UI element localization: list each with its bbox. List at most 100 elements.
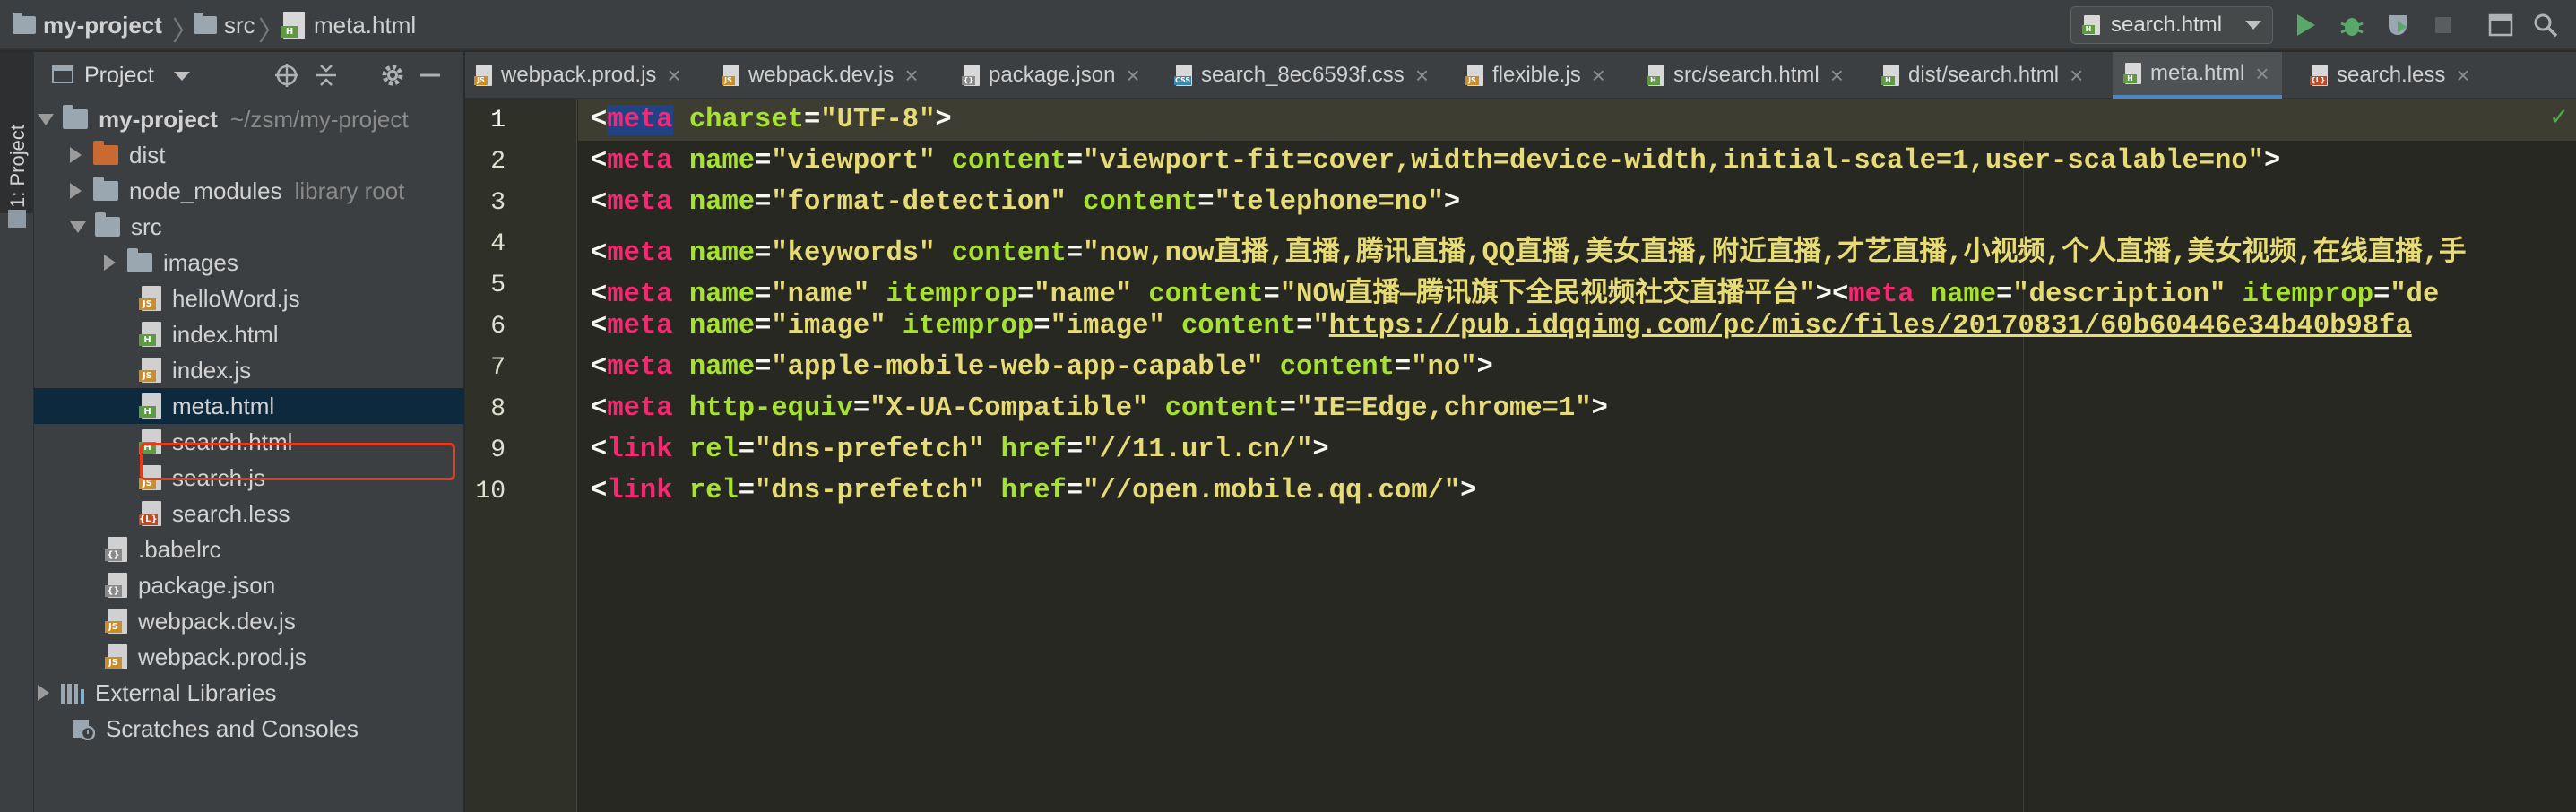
run-configuration-select[interactable]: H search.html (2070, 6, 2273, 44)
chevron-down-icon[interactable] (70, 220, 86, 233)
tab-src-search-html[interactable]: H src/search.html × (1647, 52, 1844, 99)
project-tool-window: Project my-project ~/zsm/my-project dist… (34, 52, 464, 812)
tree-item-index-js[interactable]: JS index.js (34, 352, 464, 388)
tree-item-search-less[interactable]: {L} search.less (34, 496, 464, 531)
tree-item-external-libraries[interactable]: External Libraries (34, 675, 464, 711)
code-token: name (688, 238, 756, 269)
code-token: = (1066, 238, 1084, 269)
chevron-right-icon[interactable] (70, 147, 82, 163)
run-configuration-label: search.html (2111, 13, 2223, 37)
javascript-file-icon: JS (105, 644, 127, 669)
code-line: <meta charset="UTF-8"> (591, 105, 952, 135)
project-tool-window-button[interactable]: 1: Project (0, 52, 34, 213)
tree-item-package-json[interactable]: {} package.json (34, 567, 464, 603)
project-view-selector[interactable]: Project (84, 63, 154, 89)
hide-panel-button[interactable] (416, 61, 445, 90)
tree-item-dist[interactable]: dist (34, 137, 464, 173)
close-icon[interactable]: × (1830, 62, 1844, 90)
tree-item-meta-html[interactable]: H meta.html (34, 388, 464, 424)
crosshair-icon (275, 64, 298, 87)
close-icon[interactable]: × (1592, 62, 1605, 90)
search-icon (2534, 13, 2558, 38)
chevron-right-icon[interactable] (70, 183, 82, 199)
tree-item-images[interactable]: images (34, 245, 464, 281)
close-icon[interactable]: × (2255, 60, 2269, 88)
tab-dist-search-html[interactable]: H dist/search.html × (1881, 52, 2083, 99)
breadcrumb-my-project[interactable]: my-project (13, 0, 162, 50)
tree-item-webpack-prod-js[interactable]: JS webpack.prod.js (34, 639, 464, 675)
tab-meta-html[interactable]: H meta.html × (2113, 52, 2282, 99)
tree-item-node-modules[interactable]: node_modules library root (34, 173, 464, 209)
breadcrumb-src[interactable]: src (194, 0, 255, 50)
tree-item-hellowORD-js[interactable]: JS helloWord.js (34, 281, 464, 316)
close-icon[interactable]: × (904, 62, 918, 90)
inspection-ok-icon[interactable]: ✓ (2549, 103, 2569, 131)
close-icon[interactable]: × (1126, 62, 1139, 90)
folder-icon (13, 13, 36, 34)
code-token: = (738, 476, 756, 506)
tree-item-webpack-dev-js[interactable]: JS webpack.dev.js (34, 603, 464, 639)
close-icon[interactable]: × (2456, 62, 2469, 90)
tab-label: meta.html (2150, 61, 2245, 85)
tab-webpack-prod-js[interactable]: JS webpack.prod.js × (474, 52, 681, 99)
library-icon (61, 682, 84, 704)
code-token: < (591, 187, 608, 218)
run-button[interactable] (2291, 11, 2320, 39)
code-token: content (1083, 187, 1198, 218)
code-token: "no" (1411, 352, 1477, 383)
locate-file-button[interactable] (272, 61, 301, 90)
tree-item-index-html[interactable]: H index.html (34, 316, 464, 352)
tab-webpack-dev-js[interactable]: JS webpack.dev.js × (722, 52, 919, 99)
tree-item-label: webpack.prod.js (138, 643, 307, 670)
tab-search-css[interactable]: CSS search_8ec6593f.css × (1174, 52, 1429, 99)
html-file-icon: H (139, 322, 161, 347)
close-icon[interactable]: × (2070, 62, 2083, 90)
code-token: = (852, 393, 870, 424)
chevron-right-icon[interactable] (104, 255, 116, 271)
close-icon[interactable]: × (667, 62, 680, 90)
less-file-icon: {L} (2310, 65, 2328, 86)
stop-button[interactable] (2429, 11, 2458, 39)
tab-flexible-js[interactable]: JS flexible.js × (1465, 52, 1605, 99)
code-token: = (738, 435, 756, 465)
code-token: content (1148, 280, 1264, 310)
javascript-file-icon: JS (105, 609, 127, 634)
run-with-coverage-button[interactable] (2384, 11, 2413, 39)
tree-item-babelrc[interactable]: {} .babelrc (34, 531, 464, 567)
chevron-right-icon[interactable] (38, 685, 49, 701)
code-token: "IE=Edge,chrome=1" (1296, 393, 1592, 424)
code-token: = (1263, 280, 1280, 310)
chevron-down-icon[interactable] (174, 72, 190, 81)
code-token: = (1996, 280, 2013, 310)
tree-item-src[interactable]: src (34, 209, 464, 245)
project-structure-button[interactable] (2486, 11, 2515, 39)
code-token: = (1033, 311, 1050, 341)
code-editor[interactable]: <meta charset="UTF-8"> <meta name="viewpo… (465, 99, 2576, 812)
breadcrumb-meta-html[interactable]: H meta.html (281, 0, 416, 50)
tree-item-my-project[interactable]: my-project ~/zsm/my-project (34, 101, 464, 137)
html-file-icon: H (2082, 15, 2100, 35)
code-token: "//open.mobile.qq.com/" (1083, 476, 1461, 506)
line-number: 1 (490, 107, 506, 134)
tree-item-label: index.html (172, 320, 279, 348)
line-number: 6 (490, 313, 506, 341)
collapse-all-button[interactable] (312, 61, 341, 90)
code-token: content (1279, 352, 1395, 383)
settings-button[interactable] (378, 61, 407, 90)
close-icon[interactable]: × (1415, 62, 1429, 90)
tab-search-less[interactable]: {L} search.less × (2310, 52, 2470, 99)
navigation-bar: my-project 〉 src 〉 H meta.html H search.… (0, 0, 2576, 50)
tree-item-scratches-and-consoles[interactable]: Scratches and Consoles (34, 711, 464, 747)
code-token: http-equiv (688, 393, 853, 424)
strip-label: 1: Project (6, 125, 29, 208)
tab-package-json[interactable]: {} package.json × (962, 52, 1140, 99)
chevron-down-icon[interactable] (38, 113, 54, 125)
search-everywhere-button[interactable] (2531, 11, 2560, 39)
tree-item-label: node_modules (129, 177, 282, 204)
code-token: "apple-mobile-web-app-capable" (771, 352, 1264, 383)
debug-button[interactable] (2338, 11, 2366, 39)
